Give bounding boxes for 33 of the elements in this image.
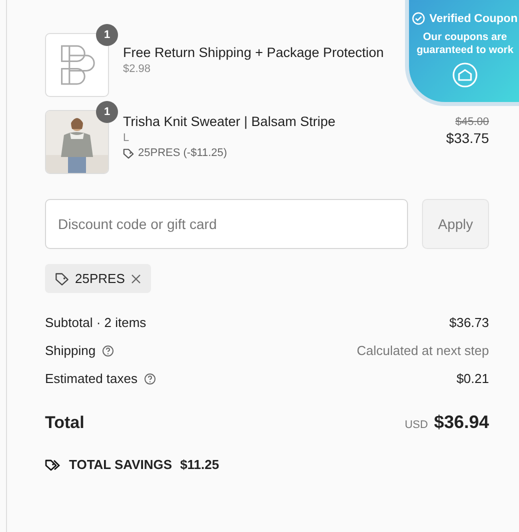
total-label: Total: [45, 412, 84, 432]
total-amount: $36.94: [434, 412, 489, 433]
product-variant: $2.98: [123, 63, 152, 75]
discount-code: 25PRES: [75, 271, 125, 286]
savings-amount: $11.25: [180, 457, 220, 472]
help-icon[interactable]: [102, 344, 114, 356]
check-icon: [412, 12, 426, 25]
summary-value: Calculated at next step: [356, 343, 489, 358]
discount-field[interactable]: Discount code or gift card: [45, 199, 408, 249]
price: $33.75: [446, 130, 489, 146]
logo-icon: [58, 44, 96, 86]
product-title: Free Return Shipping + Package Protection: [123, 45, 384, 60]
coupon-title: Verified Coupon: [429, 12, 518, 24]
quantity-badge: 1: [96, 101, 118, 123]
currency-label: USD: [404, 419, 428, 431]
summary-value: $0.21: [456, 371, 489, 386]
product-title: Trisha Knit Sweater | Balsam Stripe: [123, 114, 336, 129]
product-variant: L: [123, 132, 130, 144]
tags-icon: [45, 458, 61, 472]
summary-value: $36.73: [449, 315, 489, 330]
quantity-badge: 1: [96, 24, 118, 46]
help-icon[interactable]: [144, 372, 156, 384]
summary-label: Subtotal · 2 items: [45, 315, 146, 330]
tag-icon: [123, 148, 134, 158]
apply-button[interactable]: Apply: [422, 199, 489, 249]
close-icon[interactable]: [130, 274, 141, 284]
discount-label: 25PRES (-$11.25): [138, 147, 228, 159]
original-price: $45.00: [455, 116, 489, 128]
summary-label: Estimated taxes: [45, 371, 138, 386]
savings-label: TOTAL SAVINGS: [69, 457, 172, 472]
coupon-text: Our coupons are guaranteed to work: [416, 31, 514, 56]
tag-icon: [55, 272, 69, 286]
summary-label: Shipping: [45, 343, 96, 358]
